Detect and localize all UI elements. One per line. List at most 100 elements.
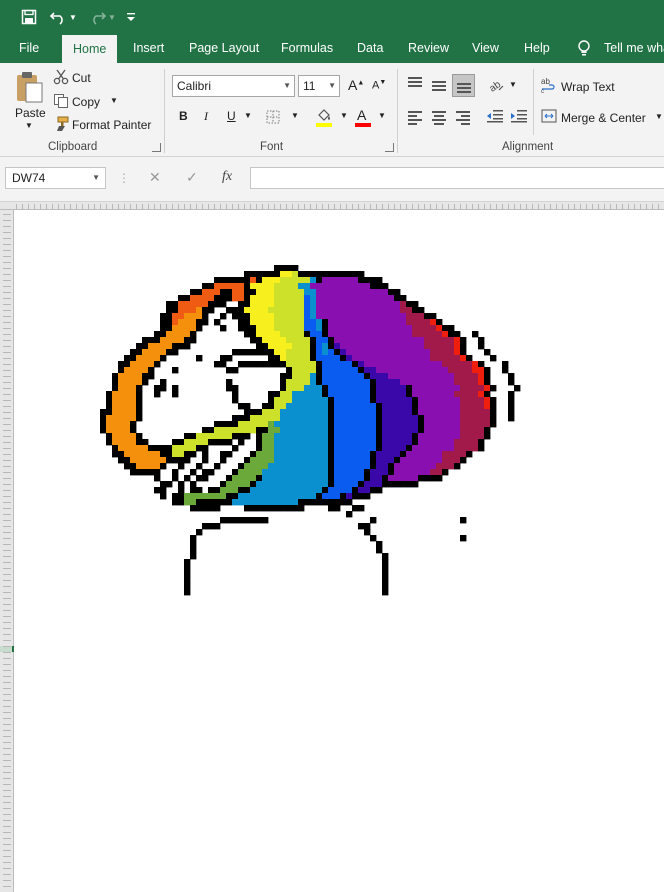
pixel-cell: [514, 385, 521, 392]
orientation-icon[interactable]: ab: [487, 76, 505, 95]
pixel-cell: [220, 451, 227, 458]
pixel-cell: [376, 319, 383, 326]
middle-align-icon[interactable]: [432, 79, 448, 93]
tell-me-search[interactable]: Tell me wha: [604, 33, 664, 63]
tab-formulas[interactable]: Formulas: [281, 33, 333, 63]
align-left-icon[interactable]: [408, 111, 424, 125]
pixel-cell: [442, 469, 449, 476]
font-color-icon[interactable]: A: [357, 107, 366, 123]
bold-button[interactable]: B: [179, 109, 188, 123]
pixel-cell: [346, 367, 353, 374]
pixel-cell: [370, 475, 377, 482]
decrease-indent-icon[interactable]: [486, 109, 504, 126]
top-align-icon[interactable]: [408, 77, 424, 91]
italic-button[interactable]: I: [204, 109, 208, 124]
pixel-cell: [232, 289, 239, 296]
pixel-cell: [448, 397, 455, 404]
pixel-cell: [358, 409, 365, 416]
undo-dropdown-icon[interactable]: ▼: [66, 6, 80, 28]
font-name-combo[interactable]: Calibri ▼: [172, 75, 295, 97]
font-size-combo[interactable]: 11 ▼: [298, 75, 340, 97]
pixel-cell: [220, 427, 227, 434]
borders-icon[interactable]: [266, 110, 280, 127]
tab-home[interactable]: Home: [62, 35, 118, 63]
cut-button[interactable]: Cut: [72, 71, 91, 85]
align-right-icon[interactable]: [456, 111, 472, 125]
pixel-cell: [136, 433, 143, 440]
wrap-text-icon[interactable]: ab c: [541, 77, 557, 96]
pixel-cell: [448, 367, 455, 374]
pixel-cell: [442, 433, 449, 440]
font-launcher-icon[interactable]: [385, 143, 394, 152]
wrap-text-button[interactable]: Wrap Text: [561, 80, 615, 94]
pixel-cell: [184, 331, 191, 338]
increase-font-size-icon[interactable]: A▲: [348, 77, 364, 93]
paste-dropdown-icon[interactable]: ▼: [25, 121, 33, 130]
pixel-cell: [334, 481, 341, 488]
merge-center-dropdown-icon[interactable]: ▼: [655, 112, 663, 121]
pixel-cell: [250, 319, 257, 326]
pixel-cell: [472, 373, 479, 380]
tab-page-layout[interactable]: Page Layout: [189, 33, 259, 63]
pixel-cell: [334, 301, 341, 308]
tab-insert[interactable]: Insert: [133, 33, 164, 63]
pixel-cell: [436, 457, 443, 464]
save-icon[interactable]: [18, 6, 40, 28]
pixel-cell: [310, 313, 317, 320]
tab-help[interactable]: Help: [524, 33, 550, 63]
merge-center-button[interactable]: Merge & Center: [561, 111, 646, 125]
pixel-cell: [412, 343, 419, 350]
font-color-dropdown-icon[interactable]: ▼: [378, 111, 386, 120]
pixel-cell: [172, 451, 179, 458]
tab-review[interactable]: Review: [408, 33, 449, 63]
pixel-cell: [268, 355, 275, 362]
clipboard-launcher-icon[interactable]: [152, 143, 161, 152]
tab-data[interactable]: Data: [357, 33, 383, 63]
pixel-cell: [274, 415, 281, 422]
pixel-cell: [382, 343, 389, 350]
insert-function-button[interactable]: fx: [222, 169, 232, 185]
chevron-down-icon[interactable]: ▼: [283, 76, 291, 96]
pixel-cell: [322, 307, 329, 314]
fill-color-dropdown-icon[interactable]: ▼: [340, 111, 348, 120]
orientation-dropdown-icon[interactable]: ▼: [509, 80, 517, 89]
customize-toolbar-icon[interactable]: [124, 6, 138, 28]
pixel-cell: [352, 367, 359, 374]
align-center-icon[interactable]: [432, 111, 448, 125]
pixel-cell: [304, 409, 311, 416]
tab-file[interactable]: File: [19, 33, 39, 63]
tab-view[interactable]: View: [472, 33, 499, 63]
underline-dropdown-icon[interactable]: ▼: [244, 111, 252, 120]
borders-dropdown-icon[interactable]: ▼: [291, 111, 299, 120]
pixel-cell: [202, 313, 209, 320]
chevron-down-icon[interactable]: ▼: [328, 76, 336, 96]
pixel-cell: [316, 445, 323, 452]
pixel-cell: [124, 397, 131, 404]
pixel-cell: [196, 433, 203, 440]
increase-indent-icon[interactable]: [510, 109, 528, 126]
pixel-cell: [202, 505, 209, 512]
cut-icon[interactable]: [53, 69, 69, 88]
bottom-align-icon[interactable]: [452, 74, 475, 97]
pixel-cell: [352, 361, 359, 368]
pixel-cell: [124, 421, 131, 428]
paste-button[interactable]: Paste: [15, 106, 46, 120]
decrease-font-size-icon[interactable]: A▼: [372, 79, 386, 92]
copy-icon[interactable]: [53, 93, 69, 112]
copy-button[interactable]: Copy: [72, 95, 100, 109]
format-painter-icon[interactable]: [53, 116, 69, 135]
copy-dropdown-icon[interactable]: ▼: [110, 96, 118, 105]
formula-input[interactable]: [250, 167, 664, 189]
underline-button[interactable]: U: [227, 109, 236, 123]
chevron-down-icon[interactable]: ▼: [92, 168, 100, 188]
pixel-cell: [262, 337, 269, 344]
pixel-cell: [226, 433, 233, 440]
pixel-cell: [268, 289, 275, 296]
merge-center-icon[interactable]: [541, 109, 557, 126]
pixel-cell: [160, 487, 167, 494]
worksheet-grid[interactable]: [0, 202, 664, 892]
name-box[interactable]: DW74 ▼: [5, 167, 106, 189]
format-painter-button[interactable]: Format Painter: [72, 118, 151, 132]
pixel-cell: [340, 499, 347, 506]
paste-icon[interactable]: [14, 71, 44, 103]
